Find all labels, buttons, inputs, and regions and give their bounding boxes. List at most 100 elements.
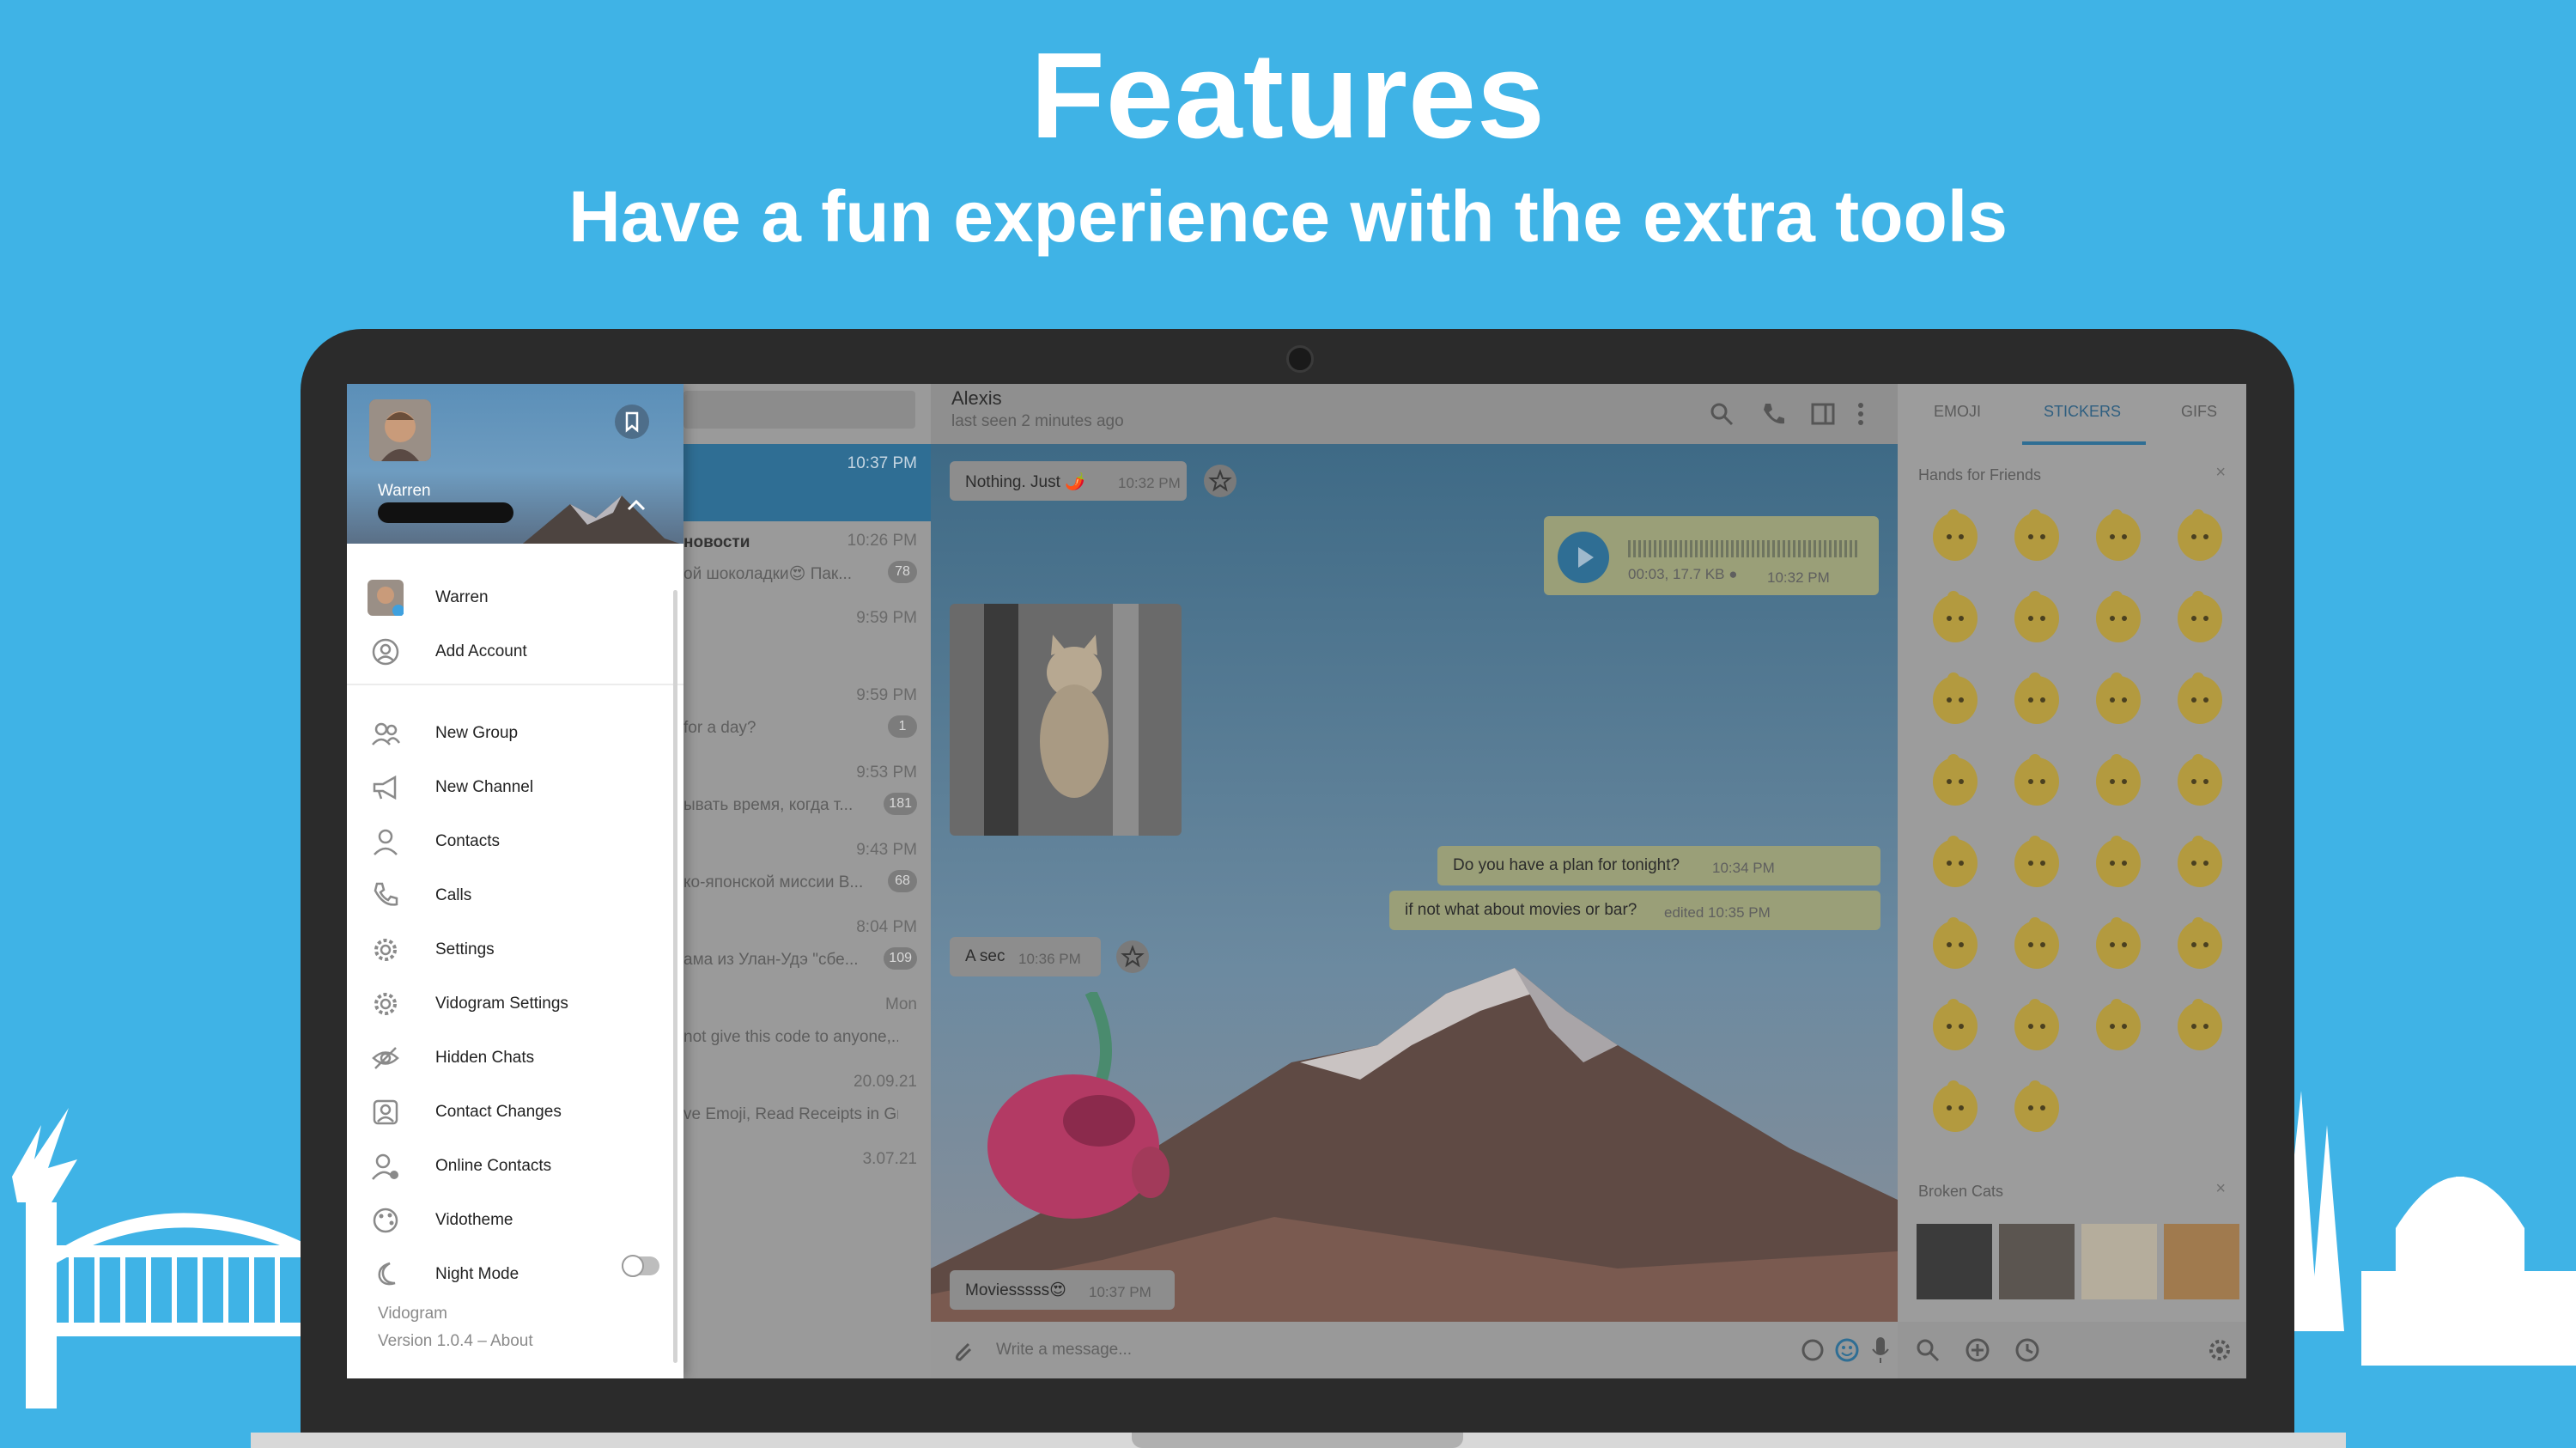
hand-sticker-icon[interactable]	[1923, 666, 1987, 729]
hand-sticker-icon[interactable]	[2168, 910, 2232, 974]
attach-icon[interactable]	[950, 1337, 975, 1363]
close-icon[interactable]: ×	[2215, 463, 2226, 483]
sticker-item[interactable]	[1999, 1224, 2075, 1299]
hand-sticker-icon[interactable]	[1923, 1074, 1987, 1137]
hand-sticker-icon[interactable]	[2168, 992, 2232, 1056]
message-bubble[interactable]: Moviesssss😍 10:37 PM	[950, 1270, 1175, 1310]
menu-item-vidogram-settings[interactable]: Vidogram Settings	[347, 977, 683, 1031]
menu-item-calls[interactable]: Calls	[347, 869, 683, 922]
avatar[interactable]	[369, 399, 431, 461]
hand-sticker-icon[interactable]	[2005, 829, 2069, 892]
hand-sticker-icon[interactable]	[2005, 584, 2069, 648]
unread-badge: 68	[888, 870, 917, 892]
account-name: Warren	[378, 482, 431, 500]
hand-sticker-icon[interactable]	[2087, 666, 2150, 729]
gear-icon[interactable]	[2207, 1337, 2233, 1363]
hand-sticker-icon[interactable]	[2005, 910, 2069, 974]
hero-title: Features	[1030, 27, 1546, 164]
message-input[interactable]: Write a message...	[996, 1341, 1132, 1360]
microphone-icon[interactable]	[1870, 1335, 1891, 1365]
unread-badge: 181	[884, 793, 917, 815]
cherry-sticker-icon[interactable]	[979, 992, 1185, 1224]
sticker-icon[interactable]	[1800, 1337, 1826, 1363]
tab-stickers[interactable]: STICKERS	[2044, 403, 2121, 421]
tab-underline	[2022, 441, 2146, 445]
account-item-warren[interactable]: Warren	[347, 571, 683, 624]
sticker-panel: EMOJI STICKERS GIFS Hands for Friends × …	[1898, 384, 2246, 1378]
message-bubble[interactable]: if not what about movies or bar? edited …	[1389, 891, 1880, 930]
close-icon[interactable]: ×	[2215, 1179, 2226, 1199]
tab-emoji[interactable]: EMOJI	[1934, 403, 1981, 421]
hand-sticker-icon[interactable]	[2005, 1074, 2069, 1137]
recent-icon[interactable]	[2014, 1337, 2040, 1363]
sticker-item[interactable]	[2081, 1224, 2157, 1299]
search-icon[interactable]	[1709, 401, 1735, 427]
hand-sticker-icon[interactable]	[2168, 584, 2232, 648]
saved-messages-button[interactable]	[615, 405, 649, 439]
hand-sticker-icon[interactable]	[2087, 584, 2150, 648]
hand-sticker-icon[interactable]	[2005, 992, 2069, 1056]
chat-list-search[interactable]	[683, 391, 915, 429]
menu-item-hidden-chats[interactable]: Hidden Chats	[347, 1031, 683, 1085]
menu-item-contacts[interactable]: Contacts	[347, 815, 683, 868]
phone-icon[interactable]	[1760, 401, 1786, 427]
tab-gifs[interactable]: GIFS	[2181, 403, 2217, 421]
message-composer: Write a message...	[931, 1322, 1898, 1378]
more-icon[interactable]	[1855, 401, 1867, 427]
photo-message[interactable]	[950, 604, 1182, 836]
group-icon	[372, 722, 400, 745]
sticker-item[interactable]	[1917, 1224, 1992, 1299]
hand-sticker-icon[interactable]	[2168, 747, 2232, 811]
message-bubble[interactable]: Nothing. Just 🌶️ 10:32 PM	[950, 461, 1187, 501]
hand-sticker-icon[interactable]	[1923, 992, 1987, 1056]
menu-item-settings[interactable]: Settings	[347, 923, 683, 976]
menu-item-label: New Group	[435, 724, 519, 742]
emoji-icon[interactable]	[1834, 1337, 1860, 1363]
hand-sticker-icon[interactable]	[1923, 829, 1987, 892]
message-bubble[interactable]: Do you have a plan for tonight? 10:34 PM	[1437, 846, 1880, 885]
hand-sticker-icon[interactable]	[2005, 747, 2069, 811]
skyline-right-icon	[2275, 1091, 2576, 1366]
favorite-star-icon[interactable]	[1116, 940, 1149, 973]
play-button[interactable]	[1558, 532, 1609, 583]
drawer-header: Warren	[347, 384, 683, 544]
menu-item-online-contacts[interactable]: Online Contacts	[347, 1140, 683, 1193]
voice-waveform	[1628, 540, 1860, 557]
menu-item-new-channel[interactable]: New Channel	[347, 761, 683, 814]
sidebar-toggle-icon[interactable]	[1810, 401, 1836, 427]
hand-sticker-icon[interactable]	[1923, 502, 1987, 566]
menu-item-contact-changes[interactable]: Contact Changes	[347, 1086, 683, 1139]
hand-sticker-icon[interactable]	[2087, 910, 2150, 974]
favorite-star-icon[interactable]	[1204, 465, 1236, 497]
hand-sticker-icon[interactable]	[2005, 666, 2069, 729]
hand-sticker-icon[interactable]	[2168, 502, 2232, 566]
scrollbar[interactable]	[673, 590, 677, 1363]
hand-sticker-icon[interactable]	[2087, 992, 2150, 1056]
hand-sticker-icon[interactable]	[2168, 829, 2232, 892]
hand-sticker-icon[interactable]	[1923, 584, 1987, 648]
version-about-link[interactable]: Version 1.0.4 – About	[378, 1332, 533, 1351]
menu-item-vidotheme[interactable]: Vidotheme	[347, 1194, 683, 1247]
palette-icon	[373, 1208, 398, 1233]
moon-icon	[378, 1262, 396, 1286]
app-window: 10:37 PM новости 10:26 PM ой шоколадки😍 …	[347, 384, 2246, 1378]
sticker-panel-footer	[1898, 1322, 2246, 1378]
menu-item-new-group[interactable]: New Group	[347, 707, 683, 760]
hand-sticker-icon[interactable]	[2087, 747, 2150, 811]
hand-sticker-icon[interactable]	[2168, 666, 2232, 729]
hand-sticker-icon[interactable]	[2087, 502, 2150, 566]
voice-message-bubble[interactable]: 00:03, 17.7 KB ● 10:32 PM	[1544, 516, 1879, 595]
chevron-up-icon[interactable]	[623, 492, 649, 518]
contact-changes-icon	[373, 1099, 398, 1125]
sticker-item[interactable]	[2164, 1224, 2239, 1299]
hand-sticker-icon[interactable]	[1923, 910, 1987, 974]
add-icon[interactable]	[1965, 1337, 1990, 1363]
hand-sticker-icon[interactable]	[2005, 502, 2069, 566]
search-icon[interactable]	[1915, 1337, 1941, 1363]
avatar	[368, 580, 404, 616]
hand-sticker-icon[interactable]	[2087, 829, 2150, 892]
add-account-button[interactable]: Add Account	[347, 625, 683, 678]
hand-sticker-icon[interactable]	[1923, 747, 1987, 811]
message-bubble[interactable]: A sec 10:36 PM	[950, 937, 1101, 976]
chat-title[interactable]: Alexis	[951, 387, 1002, 410]
